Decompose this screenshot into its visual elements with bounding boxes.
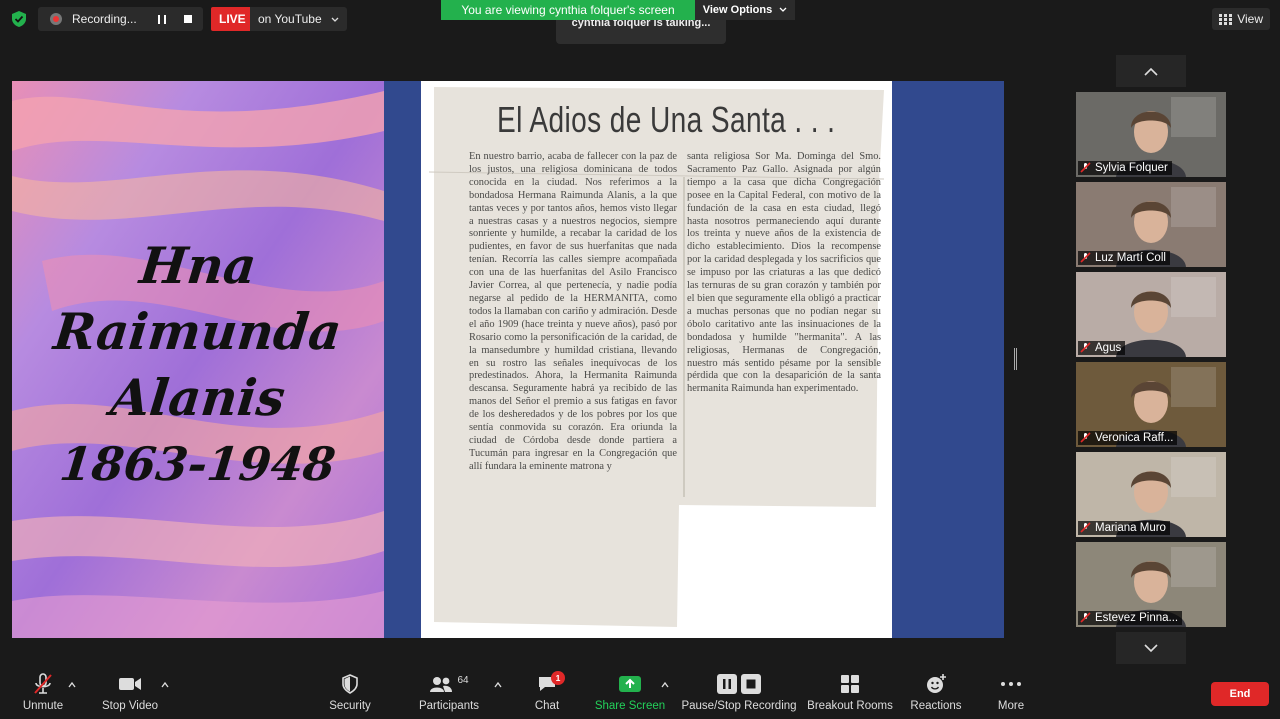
participant-tile[interactable]: Luz Martí Coll: [1076, 182, 1226, 267]
unmute-button[interactable]: Unmute: [20, 670, 66, 719]
stop-icon: [741, 674, 761, 694]
chevron-down-icon: [331, 17, 339, 22]
breakout-rooms-label: Breakout Rooms: [807, 700, 893, 712]
slide-title: Hna Raimunda Alanis 1863-1948: [12, 81, 384, 638]
breakout-rooms-icon: [841, 675, 859, 693]
more-label: More: [997, 700, 1025, 712]
participant-name: Veronica Raff...: [1078, 431, 1178, 445]
chevron-down-icon: [779, 7, 787, 12]
participant-name: Estevez Pinna...: [1078, 611, 1183, 625]
pause-icon[interactable]: [158, 14, 166, 24]
participant-tile[interactable]: Agus: [1076, 272, 1226, 357]
resize-splitter[interactable]: [1014, 348, 1017, 370]
grid-view-icon: [1219, 13, 1233, 25]
viewing-screen-banner: You are viewing cynthia folquer's screen: [441, 0, 695, 20]
chevron-down-icon: [1144, 643, 1158, 652]
muted-mic-icon: [34, 673, 52, 694]
share-screen-icon: [619, 676, 641, 692]
chat-label: Chat: [534, 700, 560, 712]
audio-options-caret-icon[interactable]: [68, 681, 76, 689]
stop-icon[interactable]: [184, 15, 192, 23]
recording-icon: [50, 13, 62, 25]
muted-mic-icon: [1080, 432, 1091, 443]
participant-tile[interactable]: Sylvia Folquer: [1076, 92, 1226, 177]
clipping-column-2: santa religiosa Sor Ma. Dominga del Smo.…: [687, 151, 881, 395]
title-line: Alanis: [108, 367, 288, 427]
muted-mic-icon: [1080, 612, 1091, 623]
participant-tile[interactable]: Mariana Muro: [1076, 452, 1226, 537]
unmute-label: Unmute: [22, 700, 64, 712]
participants-count: 64: [457, 674, 469, 686]
participant-name: Mariana Muro: [1078, 521, 1170, 535]
stop-video-button[interactable]: Stop Video: [100, 670, 160, 719]
video-options-caret-icon[interactable]: [161, 681, 169, 689]
recording-indicator: Recording...: [38, 7, 203, 31]
share-screen-button[interactable]: Share Screen: [594, 670, 666, 719]
muted-mic-icon: [1080, 252, 1091, 263]
view-options-label: View Options: [702, 4, 773, 16]
more-button[interactable]: More: [994, 670, 1028, 719]
view-options-button[interactable]: View Options: [695, 0, 795, 20]
stop-video-label: Stop Video: [101, 700, 159, 712]
gallery-up-button[interactable]: [1116, 55, 1186, 87]
reactions-label: Reactions: [910, 700, 962, 712]
participant-tile[interactable]: Veronica Raff...: [1076, 362, 1226, 447]
pause-stop-recording-label: Pause/Stop Recording: [681, 700, 797, 712]
newspaper-clipping: El Adios de Una Santa . . . En nuestro b…: [421, 81, 892, 638]
security-button[interactable]: Security: [326, 670, 374, 719]
view-label: View: [1237, 12, 1263, 26]
clipping-column-1: En nuestro barrio, acaba de fallecer con…: [469, 151, 677, 472]
youtube-label: on YouTube: [258, 12, 322, 26]
participants-button[interactable]: 64 Participants: [418, 670, 480, 719]
participants-label: Participants: [418, 700, 480, 712]
shield-check-icon[interactable]: [10, 10, 28, 28]
chat-unread-badge: 1: [551, 671, 565, 685]
clipping-headline: El Adios de Una Santa . . .: [497, 99, 836, 140]
recording-label: Recording...: [72, 12, 137, 26]
gallery-down-button[interactable]: [1116, 632, 1186, 664]
breakout-rooms-button[interactable]: Breakout Rooms: [807, 670, 893, 719]
participants-icon: [430, 677, 453, 692]
participants-options-caret-icon[interactable]: [494, 681, 502, 689]
title-line: Hna: [136, 235, 260, 295]
title-years: 1863-1948: [57, 436, 339, 491]
live-badge[interactable]: LIVE: [211, 7, 254, 31]
smiley-add-icon: [927, 674, 946, 693]
participant-name: Sylvia Folquer: [1078, 161, 1172, 175]
share-screen-label: Share Screen: [594, 700, 666, 712]
security-label: Security: [329, 700, 371, 712]
view-button[interactable]: View: [1212, 8, 1270, 30]
end-meeting-button[interactable]: End: [1211, 682, 1269, 706]
muted-mic-icon: [1080, 522, 1091, 533]
pause-stop-recording-button[interactable]: Pause/Stop Recording: [681, 670, 797, 719]
security-shield-icon: [342, 674, 358, 694]
share-options-caret-icon[interactable]: [661, 681, 669, 689]
muted-mic-icon: [1080, 162, 1091, 173]
pause-icon: [717, 674, 737, 694]
participant-tile[interactable]: Estevez Pinna...: [1076, 542, 1226, 627]
shared-screen: Hna Raimunda Alanis 1863-1948 El Adios d…: [12, 81, 1004, 638]
reactions-button[interactable]: Reactions: [908, 670, 964, 719]
chevron-up-icon: [1144, 67, 1158, 76]
participant-name: Luz Martí Coll: [1078, 251, 1170, 265]
live-on-youtube-dropdown[interactable]: on YouTube: [250, 7, 347, 31]
zoom-window: Recording... LIVE on YouTube cynthia fol…: [0, 0, 1280, 719]
title-line: Raimunda: [51, 301, 345, 361]
muted-mic-icon: [1080, 342, 1091, 353]
more-dots-icon: [1001, 682, 1021, 686]
video-camera-icon: [119, 678, 141, 690]
